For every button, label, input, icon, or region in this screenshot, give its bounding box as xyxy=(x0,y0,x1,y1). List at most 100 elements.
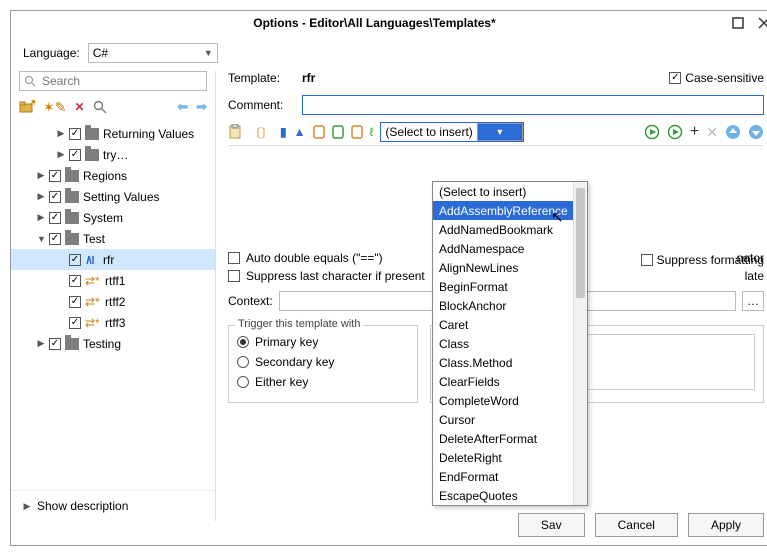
expand-icon[interactable]: ▶ xyxy=(37,170,45,181)
anchor-icon[interactable]: ▲ xyxy=(294,125,306,139)
case-sensitive-checkbox[interactable]: ✓ xyxy=(669,72,681,84)
add-icon[interactable]: + xyxy=(690,123,699,141)
tree-label: Returning Values xyxy=(103,127,194,141)
move-up-icon[interactable] xyxy=(725,124,741,140)
tree-folder[interactable]: ▶ ✓ Testing xyxy=(11,333,215,354)
tree-checkbox[interactable]: ✓ xyxy=(49,170,61,182)
either-key-radio[interactable]: Either key xyxy=(237,372,409,392)
new-folder-icon[interactable]: ✶ xyxy=(19,100,35,114)
cancel-button[interactable]: Cancel xyxy=(595,513,678,537)
tree-folder[interactable]: ▶✓Regions xyxy=(11,165,215,186)
dropdown-item[interactable]: BeginFormat xyxy=(433,277,573,296)
tree-checkbox[interactable]: ✓ xyxy=(69,275,81,287)
tree-folder[interactable]: ▶ ✓ try… xyxy=(11,144,215,165)
search-input[interactable] xyxy=(40,73,202,89)
tree-checkbox[interactable]: ✓ xyxy=(69,128,81,140)
dropdown-item[interactable]: CompleteWord xyxy=(433,391,573,410)
svg-text:⇄*: ⇄* xyxy=(85,317,100,329)
block-icon[interactable]: ▮ xyxy=(280,125,287,139)
expand-icon[interactable]: ▶ xyxy=(37,191,45,202)
move-down-icon[interactable] xyxy=(748,124,764,140)
tree-folder[interactable]: ▶ ✓ Returning Values xyxy=(11,123,215,144)
suppress-last-char-checkbox[interactable] xyxy=(228,270,240,282)
marker2-icon[interactable] xyxy=(332,125,344,139)
tree-template[interactable]: ✓⇄*rtff1 xyxy=(11,270,215,291)
tree-template[interactable]: ✓ ⇄* rtff2 xyxy=(11,291,215,312)
show-description-toggle[interactable]: ▶ Show description xyxy=(11,490,215,521)
caret-icon[interactable]: 〔〕 xyxy=(249,124,273,141)
expand-icon[interactable]: ▼ xyxy=(37,234,45,244)
tree-template[interactable]: ✓ rfr xyxy=(11,249,215,270)
tree-folder[interactable]: ▼✓Test xyxy=(11,228,215,249)
tree-checkbox[interactable]: ✓ xyxy=(49,338,61,350)
dropdown-item[interactable]: EndFormat xyxy=(433,467,573,486)
svg-text:⇄*: ⇄* xyxy=(85,296,100,308)
select-to-insert-combo[interactable]: (Select to insert) ▼ xyxy=(380,122,523,142)
context-label: Context: xyxy=(228,294,273,308)
new-template-icon[interactable]: ✶✎ xyxy=(43,99,66,116)
tree-checkbox[interactable]: ✓ xyxy=(69,317,81,329)
tree-checkbox[interactable]: ✓ xyxy=(69,296,81,308)
dropdown-item[interactable]: AddNamedBookmark xyxy=(433,220,573,239)
tree-checkbox[interactable]: ✓ xyxy=(49,233,61,245)
marker3-icon[interactable] xyxy=(351,125,363,139)
dropdown-item[interactable]: EscapeQuotes xyxy=(433,486,573,505)
dropdown-scrollbar[interactable] xyxy=(573,182,587,505)
tree-folder[interactable]: ▶✓Setting Values xyxy=(11,186,215,207)
expand-icon[interactable]: ▶ xyxy=(57,149,65,160)
suppress-formatting-checkbox[interactable] xyxy=(641,254,653,266)
dropdown-item[interactable]: Class xyxy=(433,334,573,353)
dropdown-item[interactable]: DeleteRight xyxy=(433,448,573,467)
save-button[interactable]: Sav xyxy=(518,513,585,537)
find-icon[interactable] xyxy=(93,100,107,114)
dropdown-item[interactable]: Cursor xyxy=(433,410,573,429)
dropdown-item[interactable]: Class.Method xyxy=(433,353,573,372)
suppress-formatting-label: Suppress formatting xyxy=(657,253,764,267)
tree-checkbox[interactable]: ✓ xyxy=(69,254,81,266)
insert-dropdown[interactable]: (Select to insert)AddAssemblyReferenceAd… xyxy=(432,181,588,506)
tree-label: Testing xyxy=(83,337,121,351)
dropdown-item[interactable]: AlignNewLines xyxy=(433,258,573,277)
secondary-key-radio[interactable]: Secondary key xyxy=(237,352,409,372)
tree-checkbox[interactable]: ✓ xyxy=(49,212,61,224)
comment-input[interactable] xyxy=(302,95,764,115)
tree-folder[interactable]: ▶✓System xyxy=(11,207,215,228)
paste-icon[interactable] xyxy=(228,124,242,140)
tree-label: try… xyxy=(103,148,128,162)
chevron-down-icon[interactable]: ▼ xyxy=(477,123,523,141)
debug-icon[interactable] xyxy=(667,124,683,140)
tree-label: rtff2 xyxy=(105,295,125,309)
search-box[interactable] xyxy=(19,71,207,91)
tree-template[interactable]: ✓⇄*rtff3 xyxy=(11,312,215,333)
template-tree[interactable]: ▶✓Returning Values▶✓try…▶✓Regions▶✓Setti… xyxy=(11,119,215,490)
maximize-icon[interactable] xyxy=(732,17,744,29)
auto-double-equals-checkbox[interactable] xyxy=(228,252,240,264)
marker1-icon[interactable] xyxy=(313,125,325,139)
context-browse-button[interactable]: … xyxy=(742,291,764,311)
run-icon[interactable] xyxy=(644,124,660,140)
primary-key-radio[interactable]: Primary key xyxy=(237,332,409,352)
dropdown-item[interactable]: ClearFields xyxy=(433,372,573,391)
dropdown-item[interactable]: BlockAnchor xyxy=(433,296,573,315)
dropdown-item[interactable]: AddAssemblyReference xyxy=(433,201,573,220)
tree-label: rfr xyxy=(103,253,114,267)
delete-icon[interactable]: ✕ xyxy=(74,100,84,114)
tree-checkbox[interactable]: ✓ xyxy=(69,149,81,161)
expand-icon[interactable]: ▶ xyxy=(37,212,45,223)
nav-forward-icon[interactable]: ➡ xyxy=(196,99,207,115)
language-combo[interactable]: C# ▼ xyxy=(88,43,218,63)
apply-button[interactable]: Apply xyxy=(688,513,764,537)
dropdown-item[interactable]: AddNamespace xyxy=(433,239,573,258)
close-icon[interactable] xyxy=(758,17,767,29)
cancel-button-label: Cancel xyxy=(618,518,655,532)
expand-icon[interactable]: ▶ xyxy=(57,128,65,139)
scrollbar-thumb[interactable] xyxy=(576,188,585,298)
dropdown-item[interactable]: (Select to insert) xyxy=(433,182,573,201)
dropdown-item[interactable]: DeleteAfterFormat xyxy=(433,429,573,448)
nav-back-icon[interactable]: ⬅ xyxy=(177,99,188,115)
link-icon[interactable]: ℓ xyxy=(370,125,374,139)
tree-checkbox[interactable]: ✓ xyxy=(49,191,61,203)
comment-label: Comment: xyxy=(228,98,294,112)
expand-icon[interactable]: ▶ xyxy=(37,338,45,349)
dropdown-item[interactable]: Caret xyxy=(433,315,573,334)
